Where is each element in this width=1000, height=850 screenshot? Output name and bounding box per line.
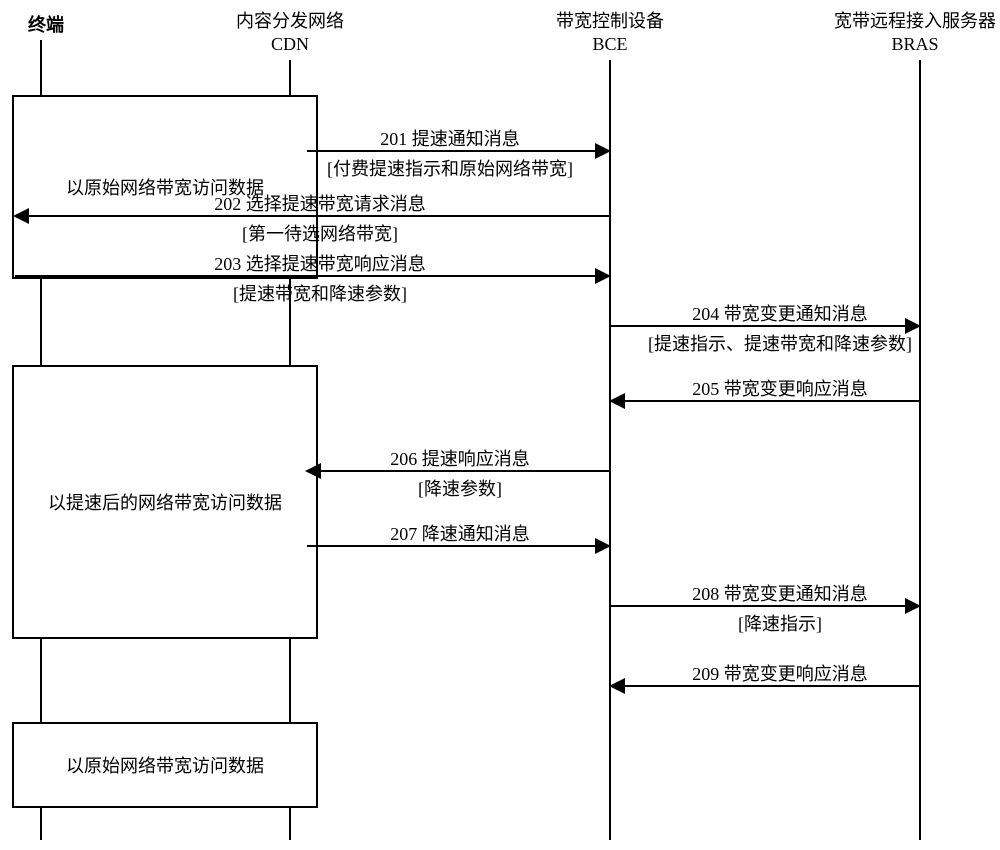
msg-208-label: 208 带宽变更通知消息 [692,580,868,606]
actor-terminal-header: 终端 [16,14,76,37]
arrow-head-right-icon [595,268,611,284]
msg-209-label: 209 带宽变更响应消息 [692,660,868,686]
actor-bce-header: 带宽控制设备 BCE [530,10,690,57]
msg-202-arrow [15,215,609,217]
arrow-head-left-icon [13,208,29,224]
arrow-head-right-icon [905,598,921,614]
activation-box-2: 以提速后的网络带宽访问数据 [12,365,318,639]
actor-bras-line2: BRAS [830,33,1000,56]
actor-cdn-line1: 内容分发网络 [210,10,370,33]
actor-bras-header: 宽带远程接入服务器 BRAS [830,10,1000,57]
msg-207-arrow [307,545,609,547]
msg-207-label: 207 降速通知消息 [390,520,530,546]
arrow-head-left-icon [609,393,625,409]
arrow-head-left-icon [305,463,321,479]
msg-205-label: 205 带宽变更响应消息 [692,375,868,401]
msg-208-sub: [降速指示] [738,610,822,636]
msg-206-arrow [307,470,609,472]
msg-208-arrow [611,605,919,607]
actor-cdn-header: 内容分发网络 CDN [210,10,370,57]
arrow-head-left-icon [609,678,625,694]
actor-bce-line2: BCE [530,33,690,56]
msg-201-sub: [付费提速指示和原始网络带宽] [327,155,573,181]
actor-cdn-line2: CDN [210,33,370,56]
actor-bras-line1: 宽带远程接入服务器 [830,10,1000,33]
msg-202-sub: [第一待选网络带宽] [242,220,398,246]
arrow-head-right-icon [595,143,611,159]
lifeline-bras [919,60,921,840]
actor-bce-line1: 带宽控制设备 [530,10,690,33]
msg-203-arrow [15,275,609,277]
msg-203-sub: [提速带宽和降速参数] [233,280,407,306]
msg-205-arrow [611,400,919,402]
msg-203-label: 203 选择提速带宽响应消息 [214,250,426,276]
msg-202-label: 202 选择提速带宽请求消息 [214,190,426,216]
msg-204-arrow [611,325,919,327]
activation-box-3: 以原始网络带宽访问数据 [12,722,318,808]
msg-201-label: 201 提速通知消息 [380,125,520,151]
msg-204-label: 204 带宽变更通知消息 [692,300,868,326]
msg-204-sub: [提速指示、提速带宽和降速参数] [648,330,912,356]
msg-206-label: 206 提速响应消息 [390,445,530,471]
msg-206-sub: [降速参数] [418,475,502,501]
arrow-head-right-icon [595,538,611,554]
lifeline-bce [609,60,611,840]
msg-201-arrow [307,150,609,152]
msg-209-arrow [611,685,919,687]
